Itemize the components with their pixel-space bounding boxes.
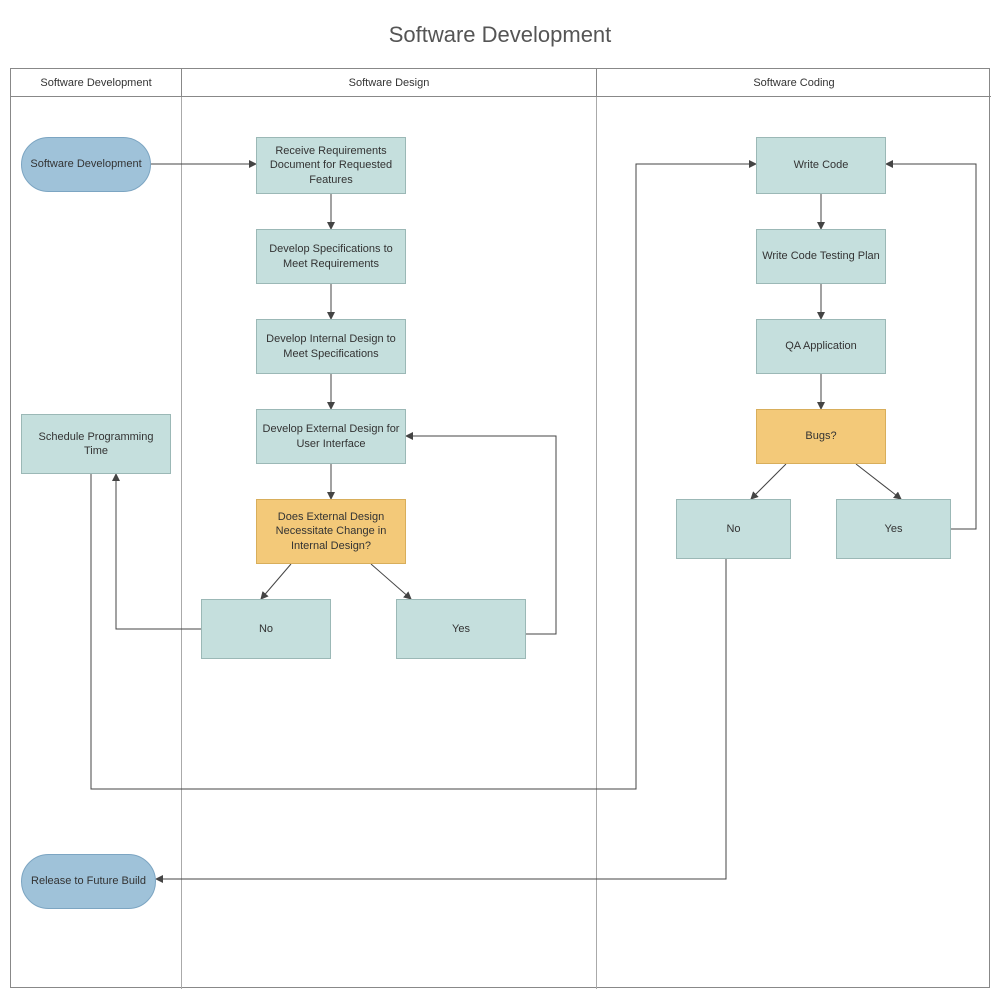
lane-header-development: Software Development (11, 69, 181, 97)
decision-design-change: Does External Design Necessitate Change … (256, 499, 406, 564)
process-internal-design: Develop Internal Design to Meet Specific… (256, 319, 406, 374)
process-external-design: Develop External Design for User Interfa… (256, 409, 406, 464)
lane-header-coding: Software Coding (596, 69, 991, 97)
lane-divider (596, 97, 597, 989)
process-develop-specs: Develop Specifications to Meet Requireme… (256, 229, 406, 284)
lane-header-design: Software Design (181, 69, 596, 97)
process-qa: QA Application (756, 319, 886, 374)
process-write-code: Write Code (756, 137, 886, 194)
branch-bugs-yes: Yes (836, 499, 951, 559)
branch-design-yes: Yes (396, 599, 526, 659)
process-schedule-time: Schedule Programming Time (21, 414, 171, 474)
lane-divider (181, 97, 182, 989)
branch-design-no: No (201, 599, 331, 659)
diagram-title: Software Development (0, 22, 1000, 48)
decision-bugs: Bugs? (756, 409, 886, 464)
process-receive-requirements: Receive Requirements Document for Reques… (256, 137, 406, 194)
terminator-start: Software Development (21, 137, 151, 192)
terminator-release: Release to Future Build (21, 854, 156, 909)
swimlane-container: Software Development Software Design Sof… (10, 68, 990, 988)
branch-bugs-no: No (676, 499, 791, 559)
process-test-plan: Write Code Testing Plan (756, 229, 886, 284)
